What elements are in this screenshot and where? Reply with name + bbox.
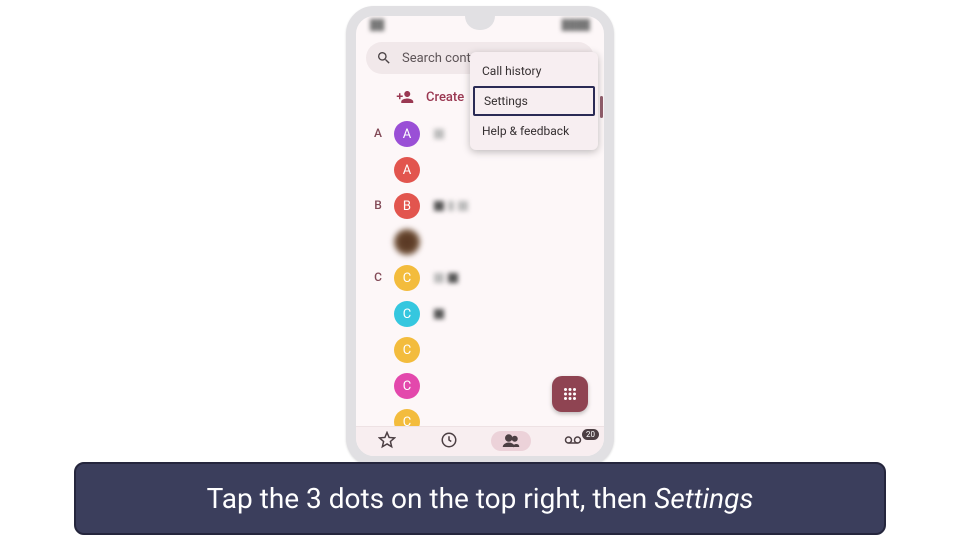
avatar: B [394, 193, 420, 219]
scroll-handle[interactable] [600, 96, 603, 118]
dialpad-button[interactable] [552, 376, 588, 412]
search-icon [376, 50, 392, 66]
avatar: C [394, 301, 420, 327]
instruction-caption: Tap the 3 dots on the top right, then Se… [74, 462, 886, 535]
list-item[interactable] [394, 224, 468, 260]
list-item[interactable]: A [394, 116, 444, 152]
avatar: C [394, 337, 420, 363]
caption-italic: Settings [654, 482, 753, 515]
voicemail-icon [564, 431, 582, 449]
star-icon [378, 431, 396, 449]
phone-frame: ██████ Search contacts Create Call histo… [346, 6, 614, 466]
avatar: C [394, 265, 420, 291]
create-label: Create [426, 90, 464, 105]
dialpad-icon [561, 385, 579, 403]
avatar: A [394, 157, 420, 183]
overflow-menu: Call history Settings Help & feedback [470, 52, 598, 150]
list-item[interactable]: C [394, 332, 458, 368]
voicemail-badge: 20 [582, 429, 599, 440]
contact-name [434, 201, 468, 211]
menu-item-help-feedback[interactable]: Help & feedback [470, 116, 598, 146]
list-item[interactable]: B [394, 188, 468, 224]
avatar [394, 229, 420, 255]
contact-name [434, 129, 444, 139]
clock-icon [440, 431, 458, 449]
section-header: B [366, 188, 390, 212]
menu-item-settings[interactable]: Settings [473, 86, 595, 116]
nav-recents[interactable] [429, 431, 469, 449]
nav-voicemail[interactable]: 20 [553, 431, 593, 449]
nav-favorites[interactable] [367, 431, 407, 449]
nav-contacts[interactable] [491, 431, 531, 451]
avatar: C [394, 373, 420, 399]
section-header: A [366, 116, 390, 140]
bottom-nav: 20 [356, 426, 604, 456]
add-contact-icon [396, 88, 414, 106]
menu-item-call-history[interactable]: Call history [470, 56, 598, 86]
list-item[interactable]: A [394, 152, 444, 188]
section-header: C [366, 260, 390, 284]
list-item[interactable]: C [394, 260, 458, 296]
contact-name [434, 309, 444, 319]
contact-name [434, 273, 458, 283]
list-item[interactable]: C [394, 296, 458, 332]
caption-pre: Tap the 3 dots on the top right, then [207, 482, 655, 515]
contacts-icon [502, 432, 520, 450]
avatar: A [394, 121, 420, 147]
list-item[interactable]: C [394, 368, 458, 404]
